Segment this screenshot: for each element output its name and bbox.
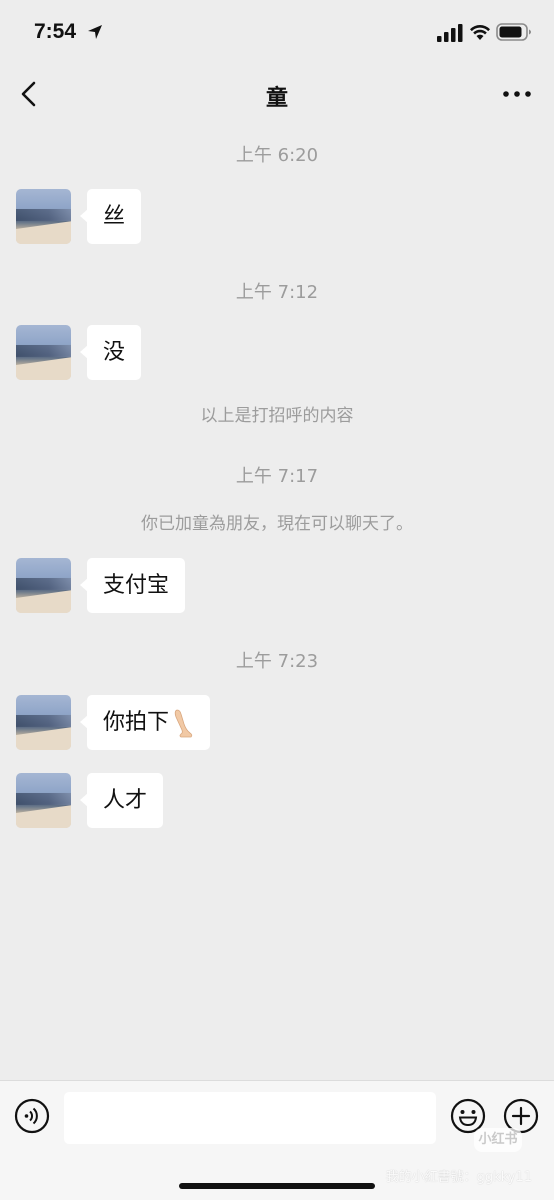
watermark-text: 我的小紅書號：ggkky11	[385, 1170, 532, 1185]
battery-icon	[496, 23, 531, 41]
time-separator: 上午 7:23	[235, 651, 319, 672]
leg-emoji	[174, 709, 193, 738]
system-message: 你已加童為朋友，現在可以聊天了。	[141, 514, 413, 534]
time-separator: 上午 7:17	[235, 466, 319, 487]
avatar[interactable]	[16, 773, 71, 828]
avatar[interactable]	[16, 558, 71, 613]
time-separator: 上午 7:12	[235, 282, 319, 303]
status-time: 7:54	[34, 20, 77, 43]
status-bar: 7:54	[0, 0, 554, 66]
message-input[interactable]	[64, 1092, 436, 1144]
message-text: 你拍下	[103, 710, 170, 735]
message-bubble[interactable]: 没	[79, 325, 142, 380]
home-indicator[interactable]	[179, 1183, 375, 1189]
system-message: 以上是打招呼的内容	[200, 406, 354, 426]
watermark-badge: 小红书	[474, 1128, 522, 1152]
avatar[interactable]	[16, 325, 71, 380]
avatar[interactable]	[16, 695, 71, 750]
chat-title: 童	[265, 86, 288, 111]
message-bubble[interactable]: 人才	[79, 773, 164, 828]
message-bubble[interactable]: 丝	[79, 189, 142, 244]
message-bubble[interactable]: 支付宝	[79, 558, 186, 613]
location-arrow-icon	[88, 25, 102, 39]
chat-screen: 7:54 童 上午 6:20 丝 上午 7:12 没 以上是打招呼的内容 上午 …	[0, 0, 554, 1200]
nav-bar: 童	[0, 66, 554, 124]
message-bubble[interactable]: 你拍下	[79, 695, 211, 750]
time-separator: 上午 6:20	[235, 145, 319, 166]
voice-icon[interactable]	[14, 1098, 50, 1134]
more-dots-icon[interactable]	[502, 84, 532, 104]
wifi-icon	[470, 24, 490, 40]
cellular-signal-icon	[437, 24, 463, 42]
avatar[interactable]	[16, 189, 71, 244]
